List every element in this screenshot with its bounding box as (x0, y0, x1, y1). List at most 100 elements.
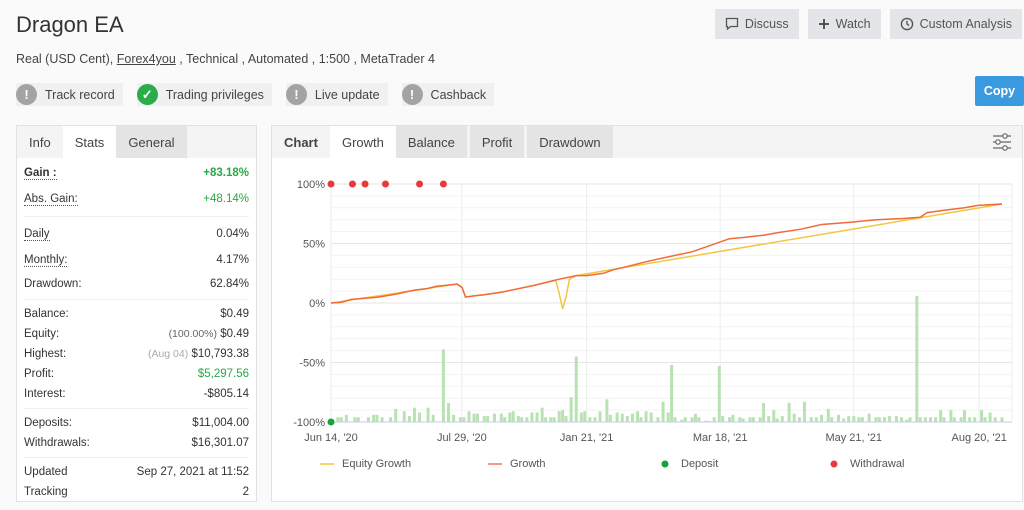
volume-bar (630, 413, 634, 422)
volume-bar (366, 417, 370, 422)
stat-label: Profit: (24, 368, 55, 380)
volume-bar (993, 417, 997, 422)
badge-live-update[interactable]: ! Live update (285, 83, 388, 106)
stat-label: Withdrawals: (24, 437, 90, 449)
volume-bar (942, 417, 946, 422)
stat-value: $5,297.56 (197, 368, 249, 380)
legend-label: Growth (510, 458, 546, 470)
volume-bar (564, 416, 568, 422)
withdrawal-marker (416, 180, 424, 188)
volume-bar (579, 412, 583, 422)
copy-button[interactable]: Copy (975, 76, 1024, 106)
volume-bar (336, 417, 340, 422)
exclamation-icon: ! (401, 84, 423, 105)
volume-bar (552, 417, 556, 422)
volume-bar (915, 295, 919, 422)
volume-bar (375, 414, 379, 422)
volume-bar (670, 364, 674, 422)
volume-bar (525, 417, 529, 422)
volume-bar (762, 402, 766, 422)
volume-bar (802, 401, 806, 422)
volume-bar (431, 414, 435, 422)
volume-bar (748, 417, 752, 422)
broker-link[interactable]: Forex4you (117, 52, 176, 66)
volume-bar (583, 411, 587, 422)
stat-withdrawals: Withdrawals: $16,301.07 (24, 433, 249, 453)
legend-withdrawal[interactable]: Withdrawal (830, 458, 904, 470)
watch-button[interactable]: Watch (807, 9, 881, 39)
legend-growth[interactable]: Growth (488, 458, 545, 470)
volume-bar (557, 411, 561, 422)
volume-bar (615, 412, 619, 422)
stat-value: 62.84% (209, 278, 249, 290)
volume-bar (867, 413, 871, 422)
volume-bar (738, 417, 742, 422)
withdrawal-marker (381, 180, 389, 188)
badge-track-record[interactable]: ! Track record (16, 83, 123, 106)
volume-bar (520, 417, 524, 422)
volume-bar (693, 413, 697, 422)
volume-bar (797, 417, 801, 422)
volume-bar (467, 411, 471, 422)
volume-bar (407, 416, 411, 422)
plus-icon (818, 19, 829, 29)
growth-line (330, 203, 1003, 304)
volume-bar (486, 416, 490, 422)
account-details: , Technical , Automated , 1:500 , MetaTr… (175, 52, 435, 66)
top-actions: Discuss Watch Custom Analysis (714, 9, 1022, 39)
volume-bar (482, 416, 486, 422)
volume-bar (923, 417, 927, 422)
stats-panel: Info Stats General Gain : +83.18% Abs. Ga… (16, 125, 257, 502)
comment-icon (725, 17, 739, 31)
legend-deposit[interactable]: Deposit (661, 458, 718, 470)
volume-bar (842, 418, 846, 422)
volume-bar (441, 349, 445, 422)
stat-updated: Updated Sep 27, 2021 at 11:52 (24, 462, 249, 482)
stat-value: $16,301.07 (191, 437, 249, 449)
discuss-button[interactable]: Discuss (714, 9, 799, 39)
volume-bar (857, 417, 861, 422)
stat-label: Equity: (24, 328, 60, 340)
tab-info[interactable]: Info (17, 126, 63, 158)
growth-chart[interactable]: Jun 14, '20 Jul 29, '20 Jan 21, '21 Mar 18,… (272, 126, 1024, 456)
volume-bar (894, 416, 898, 422)
stat-label[interactable]: Gain : (24, 167, 57, 180)
stat-label[interactable]: Abs. Gain: (24, 193, 78, 206)
volume-bar (809, 417, 813, 422)
volume-bar (819, 414, 823, 422)
y-tick-label: 50% (303, 239, 325, 251)
volume-bar (751, 417, 755, 422)
volume-bar (900, 417, 904, 422)
custom-analysis-button[interactable]: Custom Analysis (889, 9, 1022, 39)
volume-bar (544, 417, 548, 422)
volume-bar (963, 410, 967, 422)
volume-bar (644, 411, 648, 422)
tab-stats[interactable]: Stats (62, 126, 117, 158)
x-tick-label: May 21, '21 (825, 432, 882, 444)
x-tick-label: Aug 20, '21 (952, 432, 1007, 444)
volume-bar (968, 417, 972, 422)
volume-bar (394, 408, 398, 422)
watch-label: Watch (835, 17, 871, 31)
badge-trading-privileges[interactable]: ✓ Trading privileges (136, 83, 272, 106)
divider (24, 457, 249, 458)
verification-badges: ! Track record ✓ Trading privileges ! Live … (16, 83, 495, 106)
volume-bar (680, 419, 684, 422)
legend-label: Withdrawal (850, 458, 905, 470)
volume-bar (605, 399, 609, 422)
legend-equity-growth[interactable]: Equity Growth (320, 458, 411, 470)
stat-label[interactable]: Daily (24, 228, 50, 241)
stat-value: $11,004.00 (192, 417, 249, 429)
badge-cashback[interactable]: ! Cashback (401, 83, 495, 106)
stat-label[interactable]: Monthly: (24, 254, 68, 267)
volume-bar (728, 417, 732, 422)
volume-bar (908, 417, 912, 422)
tab-general[interactable]: General (116, 126, 187, 158)
stat-interest: Interest: -$805.14 (24, 384, 249, 404)
stat-label: Updated (24, 466, 68, 478)
volume-bar (690, 417, 694, 422)
volume-bar (767, 416, 771, 422)
divider (24, 299, 249, 300)
volume-bar (673, 417, 677, 422)
volume-bar (339, 417, 343, 422)
